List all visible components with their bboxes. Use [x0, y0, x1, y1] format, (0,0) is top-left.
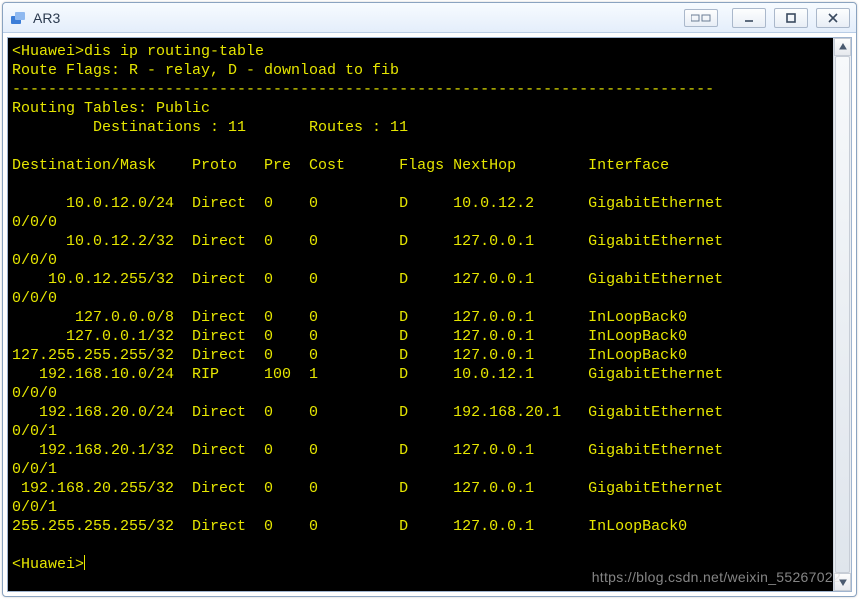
scroll-down-button[interactable]	[834, 573, 851, 591]
detach-button[interactable]	[684, 9, 718, 27]
scroll-track[interactable]	[834, 56, 851, 573]
app-window: AR3 <Huawei>dis ip routing-table Route F…	[2, 2, 857, 597]
terminal[interactable]: <Huawei>dis ip routing-table Route Flags…	[8, 38, 833, 591]
titlebar[interactable]: AR3	[3, 3, 856, 33]
maximize-button[interactable]	[774, 8, 808, 28]
close-button[interactable]	[816, 8, 850, 28]
window-controls	[684, 8, 850, 28]
terminal-cursor	[84, 555, 85, 570]
scroll-thumb[interactable]	[835, 56, 850, 573]
client-area: <Huawei>dis ip routing-table Route Flags…	[7, 37, 852, 592]
minimize-button[interactable]	[732, 8, 766, 28]
window-title: AR3	[33, 10, 60, 26]
scroll-up-button[interactable]	[834, 38, 851, 56]
vertical-scrollbar[interactable]	[833, 38, 851, 591]
app-icon	[9, 9, 27, 27]
